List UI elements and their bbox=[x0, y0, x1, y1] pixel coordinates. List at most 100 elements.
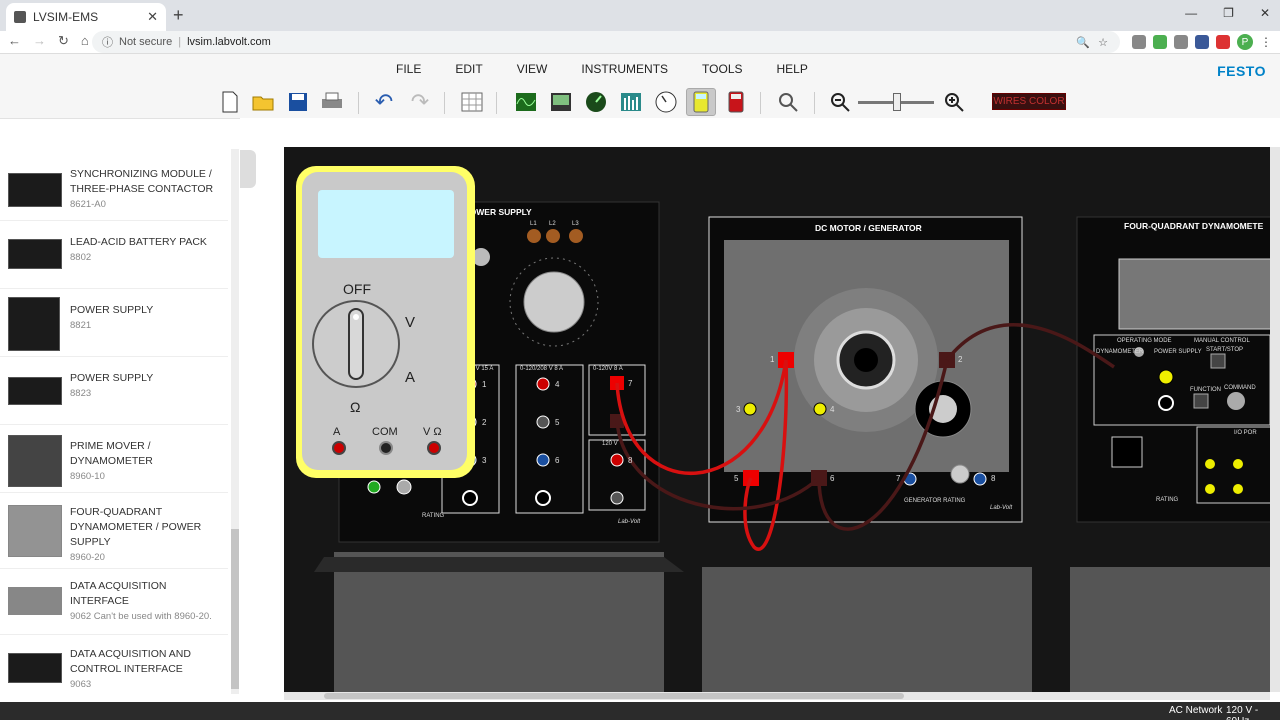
table-icon[interactable] bbox=[460, 90, 484, 114]
tachometer-icon[interactable] bbox=[654, 90, 678, 114]
redo-icon[interactable]: ↷ bbox=[408, 89, 432, 114]
sidebar-item[interactable]: LEAD-ACID BATTERY PACK 8802 bbox=[0, 221, 228, 289]
zoom-in-icon[interactable] bbox=[942, 90, 966, 114]
new-tab-icon[interactable]: + bbox=[173, 5, 184, 26]
sidebar-item[interactable]: POWER SUPPLY 8821 bbox=[0, 289, 228, 357]
undo-icon[interactable]: ↶ bbox=[372, 89, 396, 114]
minimize-icon[interactable]: — bbox=[1185, 6, 1197, 20]
security-label: Not secure bbox=[119, 36, 173, 48]
sidebar-item-model: 8802 bbox=[70, 252, 92, 263]
labvolt-logo: Lab-Volt bbox=[618, 519, 641, 525]
labvolt-logo: Lab-Volt bbox=[990, 505, 1013, 511]
reload-icon[interactable]: ↻ bbox=[58, 33, 69, 49]
phasor-analyzer-icon[interactable] bbox=[549, 90, 573, 114]
sidebar-item-model: 8823 bbox=[70, 388, 92, 399]
meter-dial-icon[interactable] bbox=[584, 90, 608, 114]
terminal-8 bbox=[610, 453, 624, 467]
network-voltage: 120 V - 60Hz bbox=[1226, 705, 1259, 727]
power-switch bbox=[1111, 436, 1143, 468]
close-tab-icon[interactable]: ✕ bbox=[147, 9, 158, 25]
browser-tab-bar: LVSIM-EMS ✕ + — ❐ ✕ bbox=[0, 0, 1280, 31]
open-folder-icon[interactable] bbox=[252, 90, 276, 114]
save-icon[interactable] bbox=[286, 90, 310, 114]
extension-icon[interactable] bbox=[1153, 35, 1167, 49]
sidebar-item[interactable]: SYNCHRONIZING MODULE / THREE-PHASE CONTA… bbox=[0, 153, 228, 221]
sidebar-item[interactable]: POWER SUPPLY 8823 bbox=[0, 357, 228, 425]
multimeter-ohm-label: Ω bbox=[350, 399, 361, 415]
command-label: COMMAND bbox=[1224, 385, 1256, 391]
rheostat-knob bbox=[950, 464, 970, 484]
ground-terminal bbox=[367, 480, 381, 494]
sidebar-item[interactable]: DATA ACQUISITION INTERFACE 9062 Can't be … bbox=[0, 569, 228, 635]
extension-icon[interactable] bbox=[1174, 35, 1188, 49]
sidebar-item[interactable]: DATA ACQUISITION AND CONTROL INTERFACE 90… bbox=[0, 635, 228, 702]
close-window-icon[interactable]: ✕ bbox=[1260, 6, 1270, 20]
main-menu: FILE EDIT VIEW INSTRUMENTS TOOLS HELP bbox=[396, 62, 842, 76]
zoom-out-icon[interactable] bbox=[828, 90, 852, 114]
extension-icon[interactable] bbox=[1216, 35, 1230, 49]
workspace-vertical-scrollbar[interactable] bbox=[1270, 147, 1280, 692]
restore-icon[interactable]: ❐ bbox=[1223, 6, 1234, 20]
multimeter-jack-vohm[interactable] bbox=[427, 441, 441, 455]
terminal-n bbox=[462, 490, 478, 506]
sidebar-item-model: 9062 bbox=[70, 611, 92, 622]
sidebar-item-model: 8621-A0 bbox=[70, 199, 106, 210]
terminal-a-label: A bbox=[333, 426, 341, 438]
terminal-label-7: 7 bbox=[628, 379, 633, 388]
menu-view[interactable]: VIEW bbox=[517, 62, 548, 76]
sidebar-scrollbar[interactable] bbox=[231, 149, 239, 694]
voltage-control-knob bbox=[523, 271, 585, 333]
multimeter[interactable]: OFF V A Ω A COM V Ω bbox=[296, 166, 475, 478]
module-thumbnail bbox=[8, 239, 62, 269]
bookmark-star-icon[interactable]: ☆ bbox=[1098, 36, 1108, 49]
sidebar-collapse-handle[interactable] bbox=[240, 150, 256, 188]
horizontal-scrollbar-thumb[interactable] bbox=[324, 693, 904, 699]
zoom-slider-thumb[interactable] bbox=[893, 93, 901, 111]
ammeter-icon[interactable] bbox=[724, 90, 748, 114]
zoom-icon[interactable]: 🔍 bbox=[1076, 36, 1090, 49]
multimeter-dial[interactable] bbox=[312, 300, 400, 388]
menu-tools[interactable]: TOOLS bbox=[702, 62, 742, 76]
print-icon[interactable] bbox=[320, 90, 344, 114]
terminal-label-4: 4 bbox=[555, 380, 560, 389]
menu-help[interactable]: HELP bbox=[777, 62, 808, 76]
sidebar-item-title: DATA ACQUISITION INTERFACE bbox=[70, 580, 167, 607]
metering-bars-icon[interactable] bbox=[619, 90, 643, 114]
browser-tab[interactable]: LVSIM-EMS ✕ bbox=[6, 3, 166, 31]
network-status: AC Network bbox=[1169, 705, 1223, 716]
forward-icon[interactable]: → bbox=[33, 33, 46, 49]
sidebar-item[interactable]: PRIME MOVER / DYNAMOMETER 8960-10 bbox=[0, 425, 228, 493]
sidebar-item-model: 8960-20 bbox=[70, 552, 105, 563]
multimeter-icon[interactable] bbox=[686, 88, 716, 116]
menu-edit[interactable]: EDIT bbox=[455, 62, 482, 76]
terminal-label-3: 3 bbox=[482, 456, 487, 465]
sidebar-item[interactable]: FOUR-QUADRANT DYNAMOMETER / POWER SUPPLY… bbox=[0, 493, 228, 569]
menu-instruments[interactable]: INSTRUMENTS bbox=[581, 62, 668, 76]
lamp-l3 bbox=[569, 229, 583, 243]
workspace-horizontal-scrollbar[interactable] bbox=[284, 692, 1270, 700]
motor-terminal-label-1: 1 bbox=[770, 355, 775, 364]
rack-slot-empty bbox=[334, 552, 664, 692]
lamp-label-l2: L2 bbox=[549, 221, 556, 227]
wires-color-button[interactable]: WIRES COLOR bbox=[992, 93, 1066, 110]
toolbar-separator bbox=[444, 92, 445, 114]
browser-menu-icon[interactable]: ⋮ bbox=[1260, 35, 1272, 49]
extension-icon[interactable] bbox=[1195, 35, 1209, 49]
new-file-icon[interactable] bbox=[218, 90, 242, 114]
multimeter-jack-com[interactable] bbox=[379, 441, 393, 455]
multimeter-jack-a[interactable] bbox=[332, 441, 346, 455]
lamp-l2 bbox=[546, 229, 560, 243]
back-icon[interactable]: ← bbox=[8, 33, 21, 49]
extension-icon[interactable] bbox=[1132, 35, 1146, 49]
power-supply-mode-label: POWER SUPPLY bbox=[1154, 349, 1202, 355]
menu-file[interactable]: FILE bbox=[396, 62, 421, 76]
settings-tools-icon[interactable] bbox=[776, 90, 800, 114]
home-icon[interactable]: ⌂ bbox=[81, 33, 89, 49]
workbench-canvas[interactable]: POWER SUPPLY DC MOTOR / GENERATOR FOUR-Q… bbox=[284, 147, 1270, 692]
omnibox[interactable]: ⓘ Not secure | lvsim.labvolt.com 🔍 ☆ bbox=[92, 31, 1120, 53]
sidebar-scrollbar-thumb[interactable] bbox=[231, 529, 239, 689]
info-icon[interactable]: ⓘ bbox=[102, 34, 113, 50]
sidebar-item-model: 9063 bbox=[70, 679, 92, 690]
oscilloscope-icon[interactable] bbox=[514, 90, 538, 114]
profile-avatar[interactable]: P bbox=[1237, 34, 1253, 50]
